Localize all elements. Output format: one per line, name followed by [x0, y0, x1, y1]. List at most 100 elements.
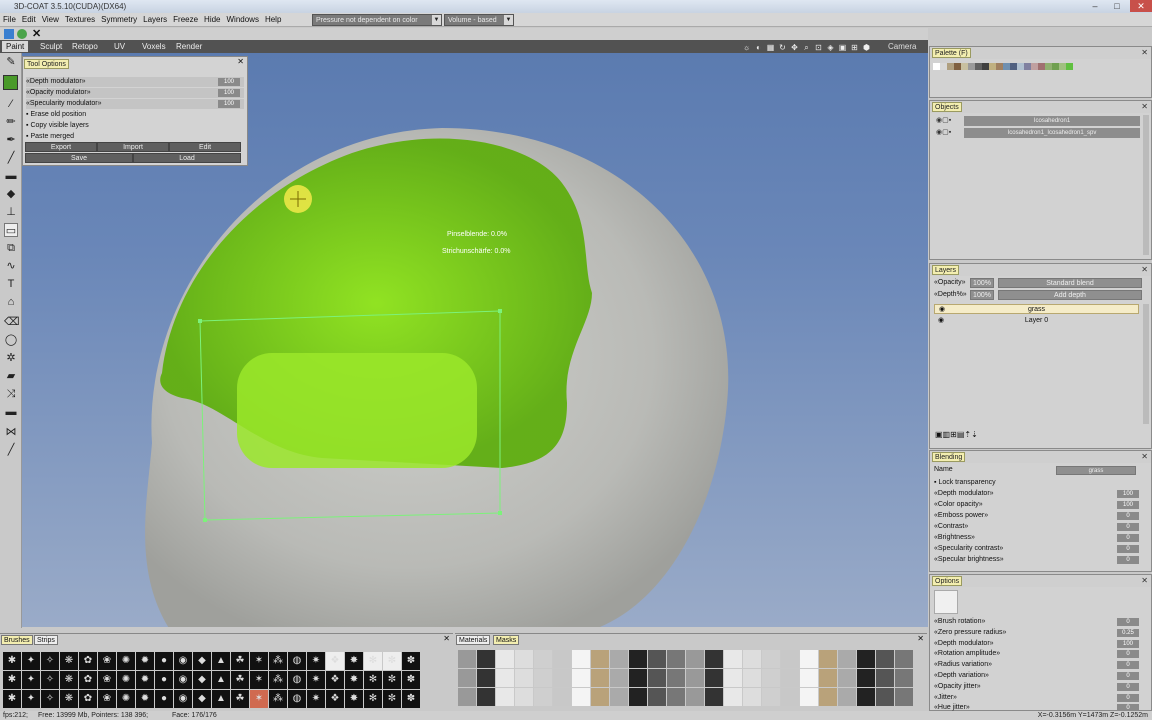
mask-thumbnail[interactable] — [572, 688, 590, 706]
slider-row[interactable]: «Brush rotation» 0 — [934, 617, 1144, 627]
eye-lock-icon[interactable]: ◉▢▪ — [936, 116, 951, 124]
brush-thumbnail[interactable]: ✹ — [136, 690, 154, 708]
slider-row[interactable]: «Rotation amplitude» 0 — [934, 649, 1144, 659]
curve-icon[interactable]: ∿ — [4, 259, 18, 273]
menu-view[interactable]: View — [39, 13, 62, 27]
brush-thumbnail[interactable]: ✧ — [41, 652, 59, 670]
mask-thumbnail[interactable] — [458, 669, 476, 687]
row-value[interactable]: 0 — [1117, 693, 1139, 702]
slider-row[interactable]: «Opacity jitter» 0 — [934, 682, 1144, 692]
wireframe-icon[interactable]: ▣ — [838, 43, 847, 52]
depth-mode-select[interactable]: Add depth — [998, 290, 1142, 300]
eraser-icon[interactable]: ⌫ — [4, 315, 20, 329]
mask-thumbnail[interactable] — [705, 650, 723, 668]
blend-mode-select[interactable]: Standard blend — [998, 278, 1142, 288]
mask-thumbnail[interactable] — [477, 669, 495, 687]
slider-row[interactable]: «Depth modulator» 100 — [934, 489, 1144, 499]
brush-thumbnail[interactable]: ✶ — [250, 652, 268, 670]
palette-swatch[interactable] — [996, 63, 1003, 70]
row-value[interactable]: 100 — [1117, 490, 1139, 498]
mask-thumbnail[interactable] — [477, 650, 495, 668]
brush-thumbnail[interactable]: ✸ — [345, 671, 363, 689]
slider-row[interactable]: «Depth variation» 0 — [934, 671, 1144, 681]
menu-file[interactable]: File — [0, 13, 19, 27]
brush-thumbnail[interactable]: ✿ — [79, 671, 97, 689]
mask-thumbnail[interactable] — [724, 650, 742, 668]
mask-grid[interactable] — [458, 650, 913, 706]
brush-thumbnail[interactable]: ✸ — [345, 690, 363, 708]
copy-tool-icon[interactable]: ▭ — [4, 223, 18, 237]
butterfly-icon[interactable]: ⋈ — [4, 425, 18, 439]
ruler-icon[interactable]: ▰ — [4, 369, 18, 383]
brush-thumbnail[interactable]: ▲ — [212, 652, 230, 670]
view-icon[interactable]: ◈ — [826, 43, 835, 52]
close-icon[interactable]: ✕ — [32, 27, 41, 40]
brush-thumbnail[interactable]: ◍ — [288, 652, 306, 670]
object-item[interactable]: ◉▢▪ Icosahedron1 — [934, 116, 1144, 126]
close-icon[interactable]: ✕ — [237, 57, 244, 66]
brush-thumbnail[interactable]: ◆ — [193, 652, 211, 670]
import-button[interactable]: Import — [97, 142, 169, 152]
brush-thumbnail[interactable]: ✽ — [402, 652, 420, 670]
mask-thumbnail[interactable] — [572, 669, 590, 687]
brush-thumbnail[interactable]: ✶ — [250, 671, 268, 689]
layer-item-grass[interactable]: ◉ grass — [934, 304, 1139, 314]
mask-thumbnail[interactable] — [553, 650, 571, 668]
erase-old-position-check[interactable]: ▪ Erase old position — [26, 110, 86, 120]
mask-thumbnail[interactable] — [895, 688, 913, 706]
volume-mode-select[interactable]: Volume - based ▼ — [444, 14, 514, 26]
brush-thumbnail[interactable]: ☘ — [231, 652, 249, 670]
brush-thumbnail[interactable]: ✸ — [345, 652, 363, 670]
brush-thumbnail[interactable]: ✷ — [307, 671, 325, 689]
mask-thumbnail[interactable] — [515, 669, 533, 687]
text-icon[interactable]: T — [4, 277, 18, 291]
brush-thumbnail[interactable]: ✱ — [3, 690, 21, 708]
brush-grid[interactable]: ✱ ✦ ✧ ❋ ✿ ❀ ✺ ✹ ● ◉ ◆ ▲ ☘ ✶ ⁂ ◍ ✷ ❖ ✸ ✻ ✼ ✽ ✱ ✦ ✧ ❋ ✿ ❀ ✺ ✹ ● ◉ ◆ ▲ ☘ ✶ ⁂ ◍ ✷ ❖… — [3, 652, 420, 708]
mask-thumbnail[interactable] — [496, 669, 514, 687]
brush-thumbnail[interactable]: ▲ — [212, 690, 230, 708]
grid-icon[interactable]: ▦ — [766, 43, 775, 52]
palette-swatches[interactable] — [933, 63, 1148, 71]
menu-hide[interactable]: Hide — [201, 13, 223, 27]
line-icon[interactable]: ╱ — [4, 151, 18, 165]
close-icon[interactable]: ✕ — [917, 634, 924, 643]
mask-thumbnail[interactable] — [762, 688, 780, 706]
object-item[interactable]: ◉▢▪ Icosahedron1_Icosahedron1_spv — [934, 128, 1144, 138]
mask-thumbnail[interactable] — [667, 669, 685, 687]
palette-swatch[interactable] — [1024, 63, 1031, 70]
brush-thumbnail[interactable]: ✺ — [117, 690, 135, 708]
mask-thumbnail[interactable] — [819, 669, 837, 687]
palette-swatch[interactable] — [947, 63, 954, 70]
stamp-icon[interactable]: ⊥ — [4, 205, 18, 219]
airbrush-icon[interactable]: ⁄ — [4, 97, 18, 111]
mask-thumbnail[interactable] — [629, 650, 647, 668]
measure-icon[interactable]: ▬ — [4, 405, 18, 419]
palette-swatch[interactable] — [1052, 63, 1059, 70]
mask-thumbnail[interactable] — [895, 669, 913, 687]
paste-merged-check[interactable]: ▪ Paste merged — [26, 132, 74, 142]
opacity-modulator-row[interactable]: «Opacity modulator» 100 — [26, 88, 244, 98]
mask-thumbnail[interactable] — [553, 688, 571, 706]
brush-thumbnail[interactable]: ◉ — [174, 652, 192, 670]
mask-thumbnail[interactable] — [496, 650, 514, 668]
mask-thumbnail[interactable] — [705, 669, 723, 687]
edit-button[interactable]: Edit — [169, 142, 241, 152]
mask-thumbnail[interactable] — [781, 688, 799, 706]
row-value[interactable]: 100 — [218, 100, 240, 108]
layer-actions-icons[interactable]: ▣▥⊞▤⇡⇣ — [935, 430, 978, 439]
brush-thumbnail[interactable]: ◉ — [174, 690, 192, 708]
save-button[interactable]: Save — [25, 153, 133, 163]
mask-thumbnail[interactable] — [800, 669, 818, 687]
brush-thumbnail[interactable]: ✻ — [364, 690, 382, 708]
brush-thumbnail[interactable]: ● — [155, 690, 173, 708]
brush-thumbnail[interactable]: ⁂ — [269, 690, 287, 708]
brush-thumbnail[interactable]: ◆ — [193, 671, 211, 689]
load-button[interactable]: Load — [133, 153, 241, 163]
brush-thumbnail[interactable]: ✹ — [136, 652, 154, 670]
tab-uv[interactable]: UV — [110, 41, 129, 52]
row-value[interactable]: 0 — [1117, 682, 1139, 691]
brush-icon[interactable]: ✎ — [4, 55, 18, 69]
pressure-mode-select[interactable]: Pressure not dependent on color ▼ — [312, 14, 442, 26]
palette-swatch[interactable] — [1031, 63, 1038, 70]
brush-thumbnail[interactable]: ● — [155, 671, 173, 689]
